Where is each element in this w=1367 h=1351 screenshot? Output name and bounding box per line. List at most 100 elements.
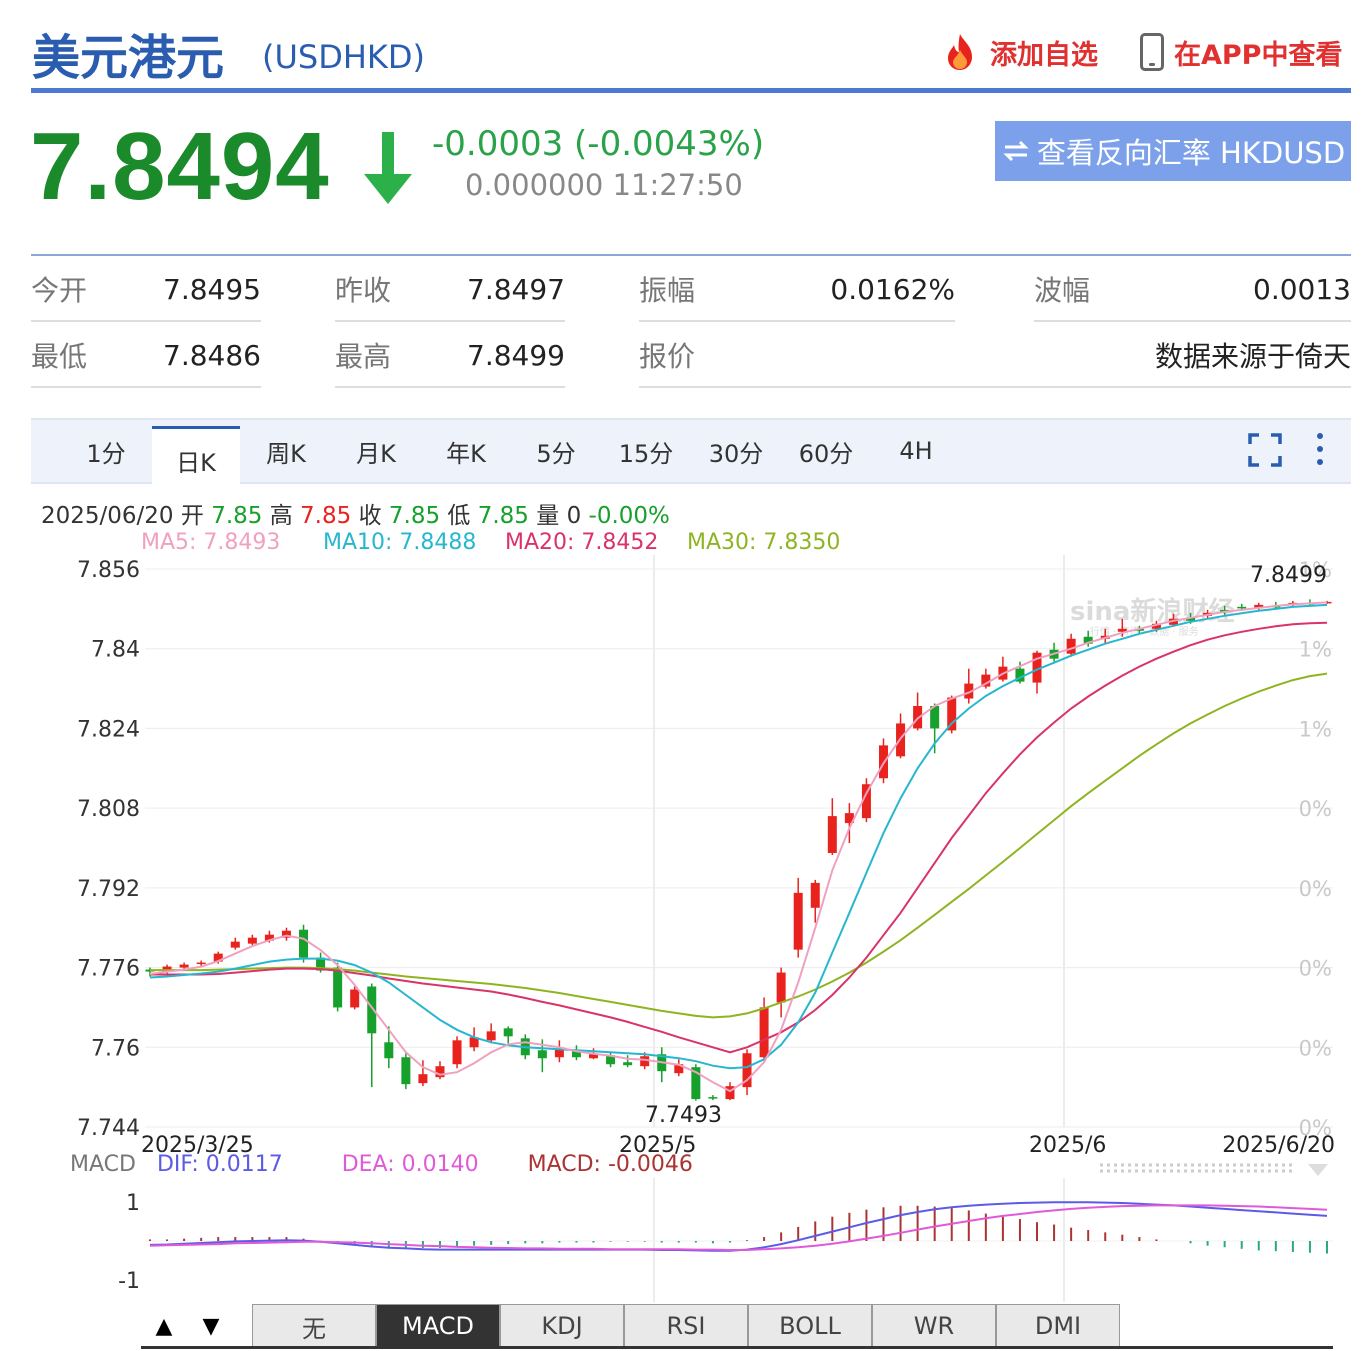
view-in-app-label: 在APP中查看	[1174, 39, 1343, 71]
candle-body	[418, 1074, 428, 1084]
price-change: -0.0003 (-0.0043%)	[432, 124, 765, 164]
candle-body	[537, 1050, 547, 1059]
candle-body	[230, 941, 240, 948]
macd-dea-legend: DEA: 0.0140	[341, 1152, 479, 1177]
right-tick-label: 0%	[1299, 877, 1332, 901]
right-tick-label: 0%	[1299, 797, 1332, 821]
symbol-code: (USDHKD)	[262, 38, 426, 76]
ma10-line	[149, 603, 1328, 1070]
bar-date: 2025/06/20	[41, 503, 174, 529]
y-tick-label: 7.808	[77, 797, 140, 822]
y-tick-label: 7.776	[77, 957, 140, 982]
bar-open: 7.85	[211, 503, 263, 529]
max-price-label: 7.8499	[1250, 563, 1327, 588]
indicator-rsi[interactable]: RSI	[624, 1304, 748, 1348]
stat-swing: 波幅 0.0013	[1034, 258, 1351, 322]
tab-yearly[interactable]: 年K	[431, 420, 501, 482]
candle-body	[384, 1042, 394, 1059]
indicator-kdj[interactable]: KDJ	[500, 1304, 624, 1348]
stat-high-value: 7.8499	[467, 338, 565, 372]
x-tick-label: 2025/6/20	[1222, 1133, 1335, 1155]
stat-prev-close-label: 昨收	[335, 274, 392, 307]
stat-open-label: 今开	[31, 274, 88, 307]
tab-5min[interactable]: 5分	[521, 420, 591, 482]
indicator-macd[interactable]: MACD	[376, 1304, 500, 1348]
tab-daily[interactable]: 日K	[152, 426, 240, 492]
min-price-label: 7.7493	[645, 1103, 722, 1128]
tab-1min[interactable]: 1分	[71, 420, 141, 482]
candle-body	[776, 972, 786, 1003]
tab-60min[interactable]: 60分	[791, 420, 861, 482]
svg-text:sina新浪财经: sina新浪财经	[1070, 596, 1234, 627]
x-tick-label: 2025/6	[1029, 1133, 1106, 1155]
scroll-down-button[interactable]: ▼	[188, 1304, 234, 1348]
stat-open: 今开 7.8495	[31, 258, 261, 322]
y-tick-label: 7.792	[77, 877, 140, 902]
indicator-wr[interactable]: WR	[872, 1304, 996, 1348]
candlestick-chart[interactable]: sina新浪财经 行情 · 资讯 · 数据 · 服务 7.8567.847.82…	[0, 555, 1367, 1155]
stat-low-label: 最低	[31, 340, 88, 373]
reverse-rate-label: 查看反向汇率 HKDUSD	[1036, 136, 1346, 170]
candle-body	[1066, 638, 1076, 654]
scroll-up-button[interactable]: ▲	[141, 1304, 187, 1348]
price-subinfo: 0.000000 11:27:50	[465, 168, 743, 202]
fullscreen-icon[interactable]	[1247, 432, 1283, 468]
indicator-none[interactable]: 无	[252, 1304, 376, 1348]
reverse-rate-button[interactable]: 查看反向汇率 HKDUSD	[995, 121, 1351, 181]
fire-icon	[948, 34, 972, 70]
tab-weekly[interactable]: 周K	[251, 420, 321, 482]
stat-prev-close-value: 7.8497	[467, 272, 565, 306]
ma20-legend: MA20: 7.8452	[505, 530, 659, 555]
arrow-down-icon	[364, 132, 412, 204]
candle-body	[333, 967, 343, 1008]
ma10-legend: MA10: 7.8488	[323, 530, 477, 555]
price-divider	[31, 254, 1351, 256]
tab-30min[interactable]: 30分	[701, 420, 771, 482]
bar-close: 7.85	[388, 503, 441, 529]
tab-4h[interactable]: 4H	[881, 420, 951, 482]
add-watchlist-button[interactable]: 添加自选	[940, 30, 1098, 74]
indicator-boll[interactable]: BOLL	[748, 1304, 872, 1348]
candle-body	[196, 962, 206, 965]
view-in-app-button[interactable]: 在APP中查看	[1140, 30, 1342, 74]
macd-legend-title: MACD	[70, 1152, 136, 1177]
page-title: 美元港元	[32, 30, 225, 86]
bar-vol: 0	[566, 503, 582, 529]
bar-close-label: 收	[358, 503, 382, 529]
right-tick-label: 1%	[1299, 638, 1332, 662]
ma5-line	[149, 601, 1328, 1093]
tab-15min[interactable]: 15分	[611, 420, 681, 482]
swap-icon	[1003, 140, 1029, 162]
candle-body	[810, 882, 820, 908]
stat-quote-label: 报价	[639, 340, 696, 373]
scroll-handle-icon[interactable]	[1096, 1158, 1341, 1178]
bar-low: 7.85	[477, 503, 529, 529]
ma5-legend: MA5: 7.8493	[141, 530, 281, 555]
ma30-legend: MA30: 7.8350	[687, 530, 841, 555]
macd-chart[interactable]: 1 -1	[0, 1178, 1367, 1302]
candle-body	[299, 929, 309, 958]
y-tick-label: 7.824	[77, 717, 140, 742]
ma30-line	[150, 672, 1328, 1019]
indicator-dmi[interactable]: DMI	[996, 1304, 1120, 1348]
stat-high: 最高 7.8499	[335, 324, 565, 388]
stat-low-value: 7.8486	[163, 338, 261, 372]
bar-vol-label: 量	[536, 503, 560, 529]
bar-high: 7.85	[300, 503, 352, 529]
candle-body	[947, 697, 957, 731]
candle-body	[759, 1007, 769, 1058]
more-icon[interactable]	[1311, 430, 1329, 470]
macd-value-legend: MACD: -0.0046	[527, 1152, 693, 1177]
tab-monthly[interactable]: 月K	[341, 420, 411, 482]
ma20-line	[150, 621, 1328, 1054]
stat-swing-label: 波幅	[1034, 274, 1091, 307]
stat-amplitude-label: 振幅	[639, 274, 696, 307]
stat-open-value: 7.8495	[163, 272, 261, 306]
data-source: 数据来源于倚天	[1154, 340, 1351, 373]
bar-pct: -0.00%	[588, 503, 670, 529]
add-watchlist-label: 添加自选	[990, 39, 1098, 71]
macd-y-tick: 1	[126, 1191, 140, 1216]
y-tick-label: 7.744	[77, 1116, 140, 1141]
header-divider	[31, 88, 1351, 93]
stat-amplitude: 振幅 0.0162%	[639, 258, 955, 322]
